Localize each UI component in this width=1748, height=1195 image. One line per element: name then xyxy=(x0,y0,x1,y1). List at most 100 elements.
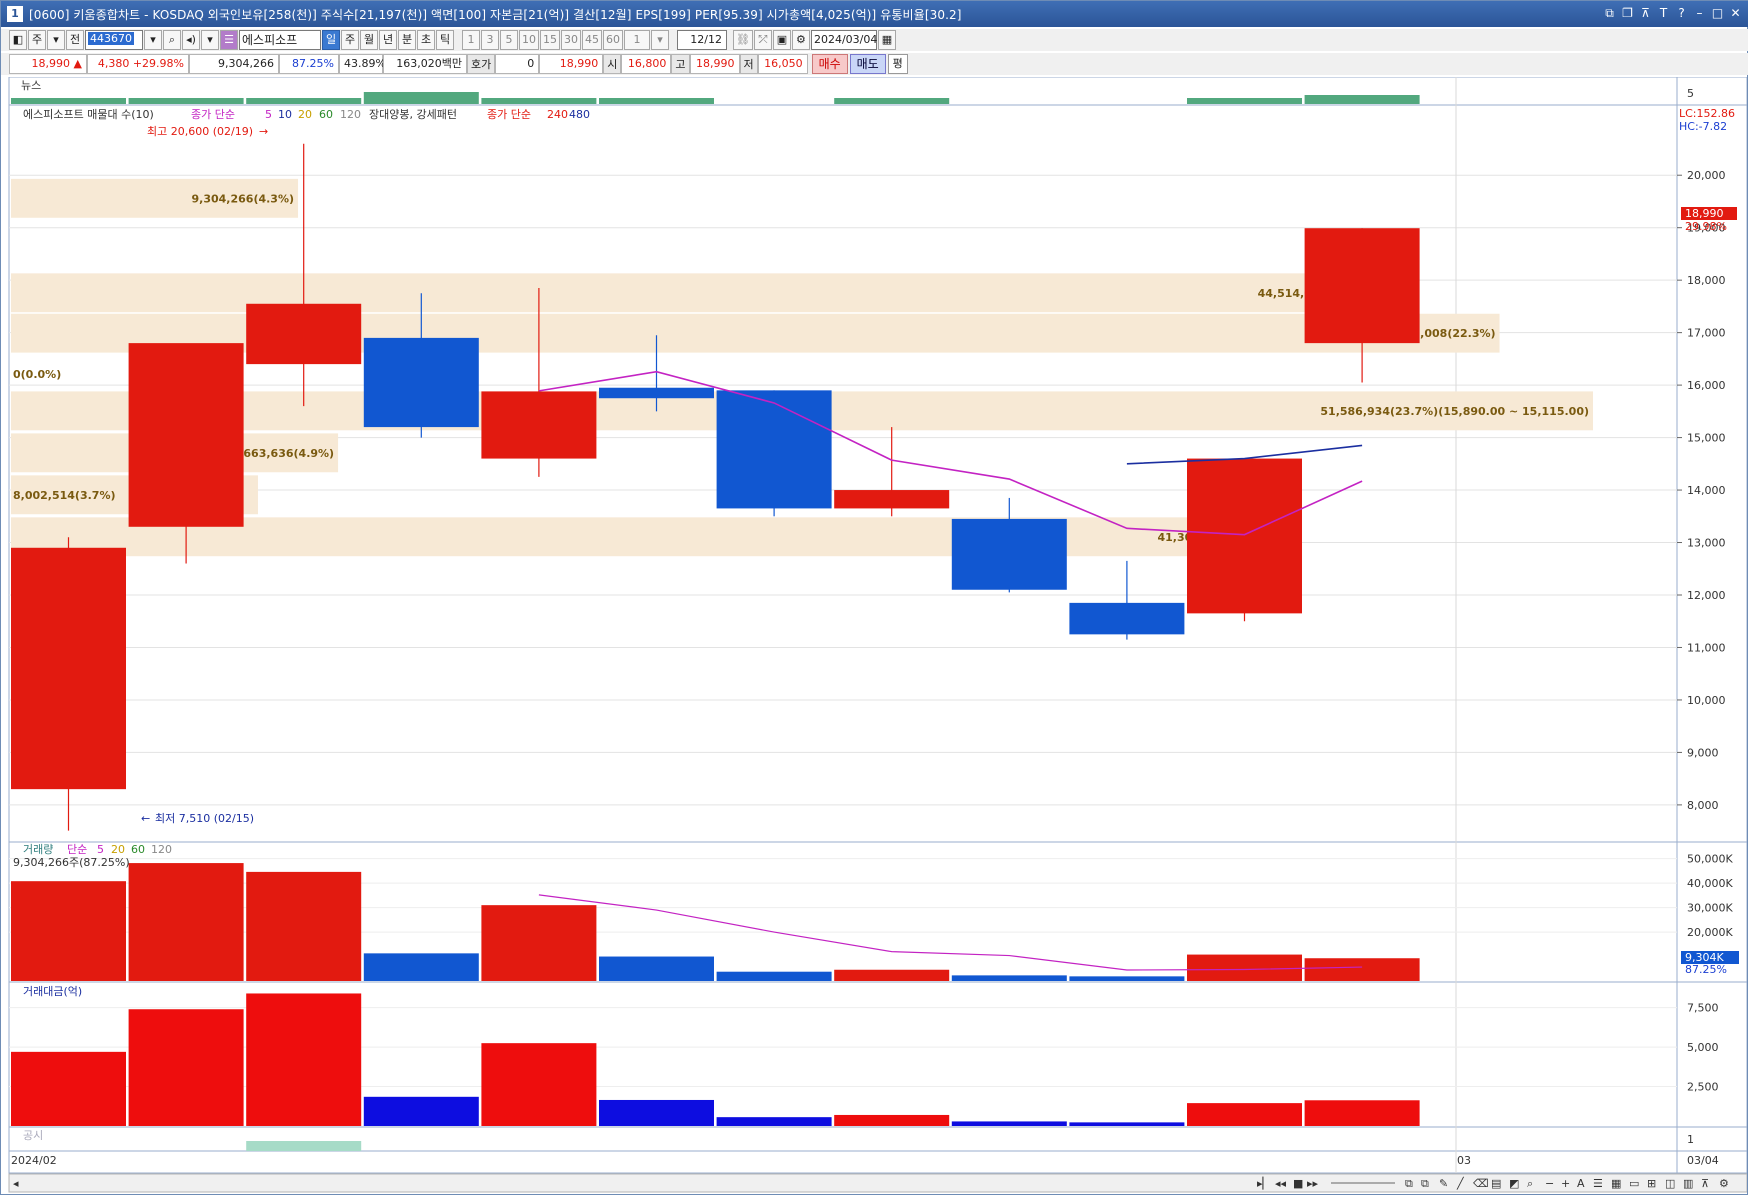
period-select[interactable]: 주 xyxy=(28,30,46,50)
zoom-out-icon[interactable]: − xyxy=(1545,1177,1554,1190)
amount-bar[interactable] xyxy=(599,1099,714,1126)
candle-body[interactable] xyxy=(363,337,479,428)
amount-bar[interactable] xyxy=(716,1117,832,1126)
erase-icon[interactable]: ⌫ xyxy=(1473,1177,1489,1190)
view-icon[interactable]: ▭ xyxy=(1629,1177,1639,1190)
speaker-icon[interactable]: ◂) xyxy=(182,30,200,50)
volume-bar[interactable] xyxy=(1069,976,1185,981)
chart-icon[interactable]: ▥ xyxy=(1683,1177,1693,1190)
sell-button[interactable]: 매도 xyxy=(849,54,886,74)
save-icon[interactable]: ▣ xyxy=(772,30,791,50)
candle-body[interactable] xyxy=(481,391,597,459)
help-icon[interactable]: ? xyxy=(1674,5,1689,21)
news-bar[interactable] xyxy=(834,98,950,104)
candle-body[interactable] xyxy=(1304,228,1420,344)
candle-body[interactable] xyxy=(1187,458,1302,614)
search-icon[interactable]: ⌕ xyxy=(163,30,181,50)
tab-period-week[interactable]: 주 xyxy=(341,30,359,50)
interval-60[interactable]: 60 xyxy=(603,30,623,50)
fast-forward-icon[interactable]: ▸▸ xyxy=(1307,1177,1319,1190)
candle-body[interactable] xyxy=(1069,602,1185,635)
amount-bar[interactable] xyxy=(1304,1100,1420,1126)
amount-bar[interactable] xyxy=(1187,1103,1302,1126)
copy-icon[interactable]: ⧉ xyxy=(1405,1177,1413,1190)
grid-icon[interactable]: ▦ xyxy=(1611,1177,1621,1190)
volume-bar[interactable] xyxy=(363,953,479,981)
news-bar[interactable] xyxy=(481,98,597,104)
candle-body[interactable] xyxy=(716,390,832,509)
disclosure-bar[interactable] xyxy=(246,1141,362,1151)
news-bar[interactable] xyxy=(11,98,126,104)
tab-period-day[interactable]: 일 xyxy=(322,30,340,50)
tab-period-second[interactable]: 초 xyxy=(417,30,435,50)
amount-bar[interactable] xyxy=(128,1009,244,1126)
interval-45[interactable]: 45 xyxy=(582,30,602,50)
chevron-down-icon[interactable]: ▾ xyxy=(144,30,162,50)
news-bar[interactable] xyxy=(599,98,714,104)
amount-bar[interactable] xyxy=(951,1121,1067,1126)
pin-icon[interactable]: ⊼ xyxy=(1701,1177,1709,1190)
window-number[interactable]: 1 xyxy=(7,6,23,22)
fill-icon[interactable]: ◩ xyxy=(1509,1177,1519,1190)
news-bar[interactable] xyxy=(128,98,244,104)
news-bar[interactable] xyxy=(1187,98,1302,104)
calendar-icon[interactable]: ▦ xyxy=(877,30,896,50)
interval-30[interactable]: 30 xyxy=(561,30,581,50)
candle-body[interactable] xyxy=(11,547,126,790)
volume-bar[interactable] xyxy=(1304,958,1420,981)
minimize-icon[interactable]: – xyxy=(1692,5,1707,21)
count-field[interactable]: 12/12 xyxy=(677,30,727,50)
stock-name-field[interactable]: 에스피소프 xyxy=(239,30,321,50)
candle-body[interactable] xyxy=(834,490,950,509)
tab-period-year[interactable]: 년 xyxy=(379,30,397,50)
volume-bar[interactable] xyxy=(11,881,126,981)
amount-bar[interactable] xyxy=(11,1051,126,1126)
scroll-left-icon[interactable]: ◂ xyxy=(13,1177,19,1190)
zoom-in-icon[interactable]: + xyxy=(1561,1177,1570,1190)
tile-icon[interactable]: ⊞ xyxy=(1647,1177,1656,1190)
tool-icon[interactable]: ⤱ xyxy=(753,30,772,50)
interval-5[interactable]: 5 xyxy=(500,30,518,50)
chevron-down-icon[interactable]: ▾ xyxy=(47,30,65,50)
news-bar[interactable] xyxy=(363,92,479,104)
volume-bar[interactable] xyxy=(481,905,597,981)
zoom-icon[interactable]: ⌕ xyxy=(1527,1177,1533,1190)
stock-code-input[interactable]: 443670 xyxy=(85,30,143,50)
interval-15[interactable]: 15 xyxy=(540,30,560,50)
chevron-down-icon[interactable]: ▾ xyxy=(201,30,219,50)
amount-bar[interactable] xyxy=(363,1096,479,1126)
candle-body[interactable] xyxy=(128,343,244,527)
volume-bar[interactable] xyxy=(716,971,832,981)
link-icon[interactable]: ⧉ xyxy=(1602,5,1617,21)
all-select[interactable]: 전 xyxy=(66,30,84,50)
amount-bar[interactable] xyxy=(834,1114,950,1126)
play-icon[interactable]: ▸▏ xyxy=(1257,1176,1271,1190)
chart-canvas[interactable]: 9,304,266(4.3%)44,514,012(20.5%)48,609,0… xyxy=(1,77,1747,1194)
interval-3[interactable]: 3 xyxy=(481,30,499,50)
gear-icon[interactable]: ⚙ xyxy=(791,30,810,50)
rewind-icon[interactable]: ◂◂ xyxy=(1275,1177,1287,1190)
volume-bar[interactable] xyxy=(599,956,714,981)
layout-icon[interactable]: ◧ xyxy=(9,30,27,50)
news-bar[interactable] xyxy=(246,98,362,104)
interval-value[interactable]: 1 xyxy=(624,30,650,50)
layers-icon[interactable]: ▤ xyxy=(1491,1177,1501,1190)
candle-body[interactable] xyxy=(246,303,362,365)
date-field[interactable]: 2024/03/04 xyxy=(810,30,877,50)
copy-icon[interactable]: ❐ xyxy=(1620,5,1635,21)
volume-bar[interactable] xyxy=(951,975,1067,981)
split-icon[interactable]: ◫ xyxy=(1665,1177,1675,1190)
volume-bar[interactable] xyxy=(128,863,244,981)
close-icon[interactable]: ✕ xyxy=(1728,5,1743,21)
candle-body[interactable] xyxy=(599,387,714,399)
pin-icon[interactable]: ⊼ xyxy=(1638,5,1653,21)
buy-button[interactable]: 매수 xyxy=(811,54,848,74)
list-icon[interactable]: ☰ xyxy=(1593,1177,1603,1190)
volume-bar[interactable] xyxy=(1187,954,1302,981)
chain-icon[interactable]: ⛓ xyxy=(733,30,753,50)
font-icon[interactable]: T xyxy=(1656,5,1671,21)
window-icon[interactable]: ⧉ xyxy=(1421,1177,1429,1190)
amount-bar[interactable] xyxy=(1069,1122,1185,1126)
amount-bar[interactable] xyxy=(481,1043,597,1126)
group-icon[interactable]: ☰ xyxy=(220,30,238,50)
